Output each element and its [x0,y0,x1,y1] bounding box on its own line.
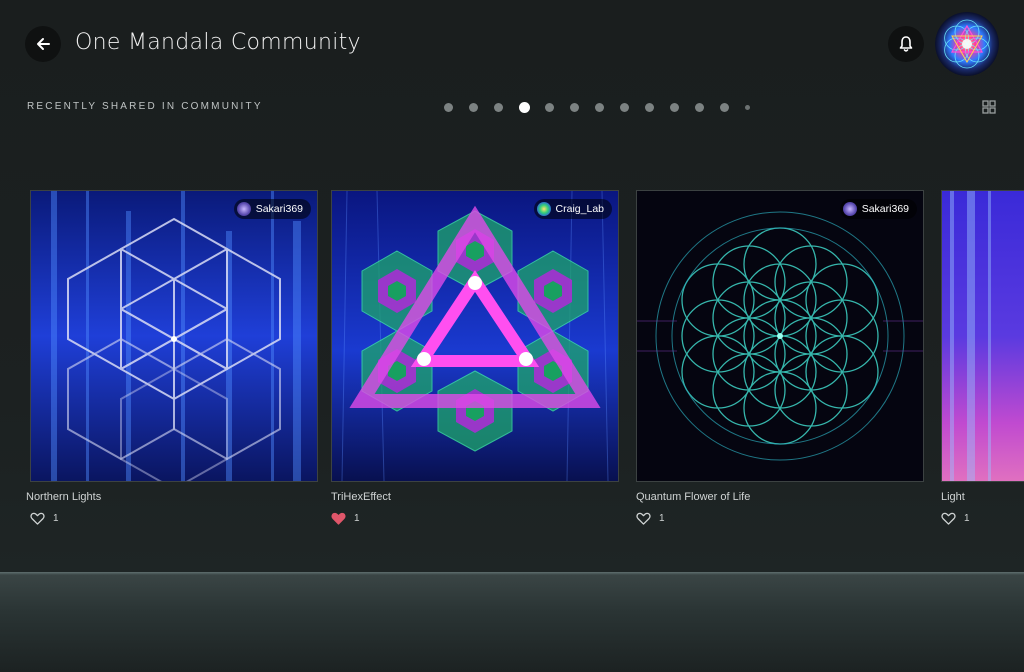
page-dot-8[interactable] [620,102,629,112]
page-dot-7[interactable] [595,102,604,112]
user-badge[interactable]: Sakari369 [839,199,917,219]
card-title: Quantum Flower of Life [636,491,751,503]
user-mandala-icon [236,202,251,216]
bottom-panel [0,572,1024,672]
likes: 1 [941,512,1024,525]
page-dot-5[interactable] [545,102,554,112]
like-count: 1 [354,513,360,524]
likes: 1 [636,512,924,525]
user-mandala-icon [842,202,857,216]
card-title: Northern Lights [26,491,102,503]
card-title: TriHexEffect [331,491,391,503]
mandala-card: Craig_Lab TriHexEffect 1 [331,190,619,525]
page-dot-2[interactable] [469,102,478,112]
back-button[interactable] [25,26,61,62]
username: Craig_Lab [555,203,604,215]
mandala-card: Sakari369 Northern Lights 1 [26,190,318,525]
card-title: Light [941,491,965,503]
arrow-left-icon [37,38,50,50]
user-mandala-icon [536,202,551,216]
grid-view-icon [982,100,996,114]
mandala-card: Light 1 [941,190,1024,525]
bell-icon [899,36,913,52]
app: One Mandala Community RECENTLY SHARED IN… [0,0,1024,672]
like-count: 1 [53,513,59,524]
heart-filled-icon[interactable] [331,512,346,525]
mandala-thumbnail[interactable]: Craig_Lab [331,190,619,482]
heart-outline-icon[interactable] [941,512,956,525]
page-dot-12[interactable] [720,102,729,112]
user-avatar[interactable] [935,12,999,76]
likes: 1 [30,512,318,525]
mandala-card: Sakari369 Quantum Flower of Life 1 [636,190,924,525]
user-badge[interactable]: Craig_Lab [533,199,612,219]
page-dot-1[interactable] [444,102,453,112]
heart-outline-icon[interactable] [30,512,45,525]
page-dot-13[interactable] [745,104,750,110]
mandala-thumbnail[interactable] [941,190,1024,482]
page-dot-9[interactable] [645,102,654,112]
like-count: 1 [659,513,665,524]
carousel-pagination [444,100,766,114]
like-count: 1 [964,513,970,524]
notifications-button[interactable] [888,26,924,62]
heart-outline-icon[interactable] [636,512,651,525]
user-badge[interactable]: Sakari369 [233,199,311,219]
username: Sakari369 [255,203,303,215]
page-dot-11[interactable] [695,102,704,112]
mandala-thumbnail[interactable]: Sakari369 [636,190,924,482]
page-dot-4-active[interactable] [519,101,530,113]
username: Sakari369 [861,203,909,215]
grid-view-button[interactable] [981,99,997,115]
likes: 1 [331,512,619,525]
section-label: RECENTLY SHARED IN COMMUNITY [27,101,263,112]
page-dot-3[interactable] [494,102,503,112]
page-dot-10[interactable] [670,102,679,112]
mandala-thumbnail[interactable]: Sakari369 [30,190,318,482]
page-dot-6[interactable] [570,102,579,112]
page-title: One Mandala Community [75,30,361,55]
